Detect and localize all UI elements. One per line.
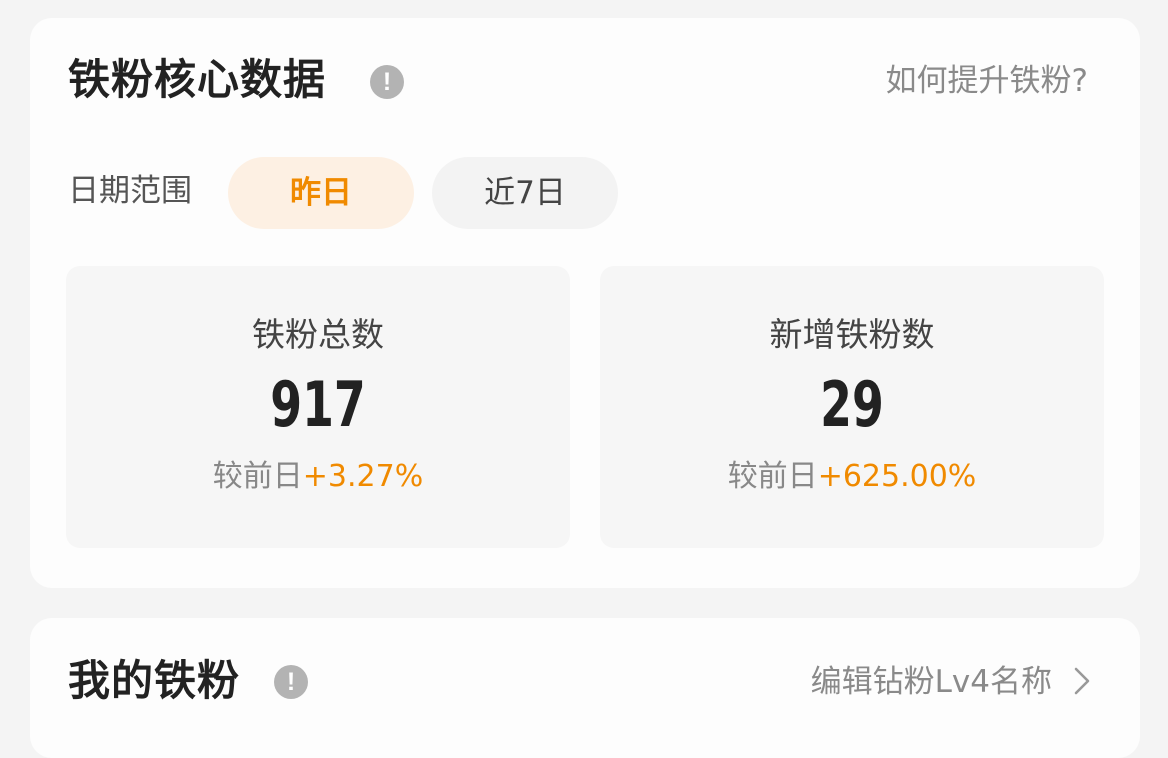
how-to-increase-link[interactable]: 如何提升铁粉?	[886, 66, 1088, 97]
stat-value: 917	[270, 368, 366, 441]
stat-value: 29	[820, 368, 884, 441]
stat-label: 新增铁粉数	[769, 315, 935, 354]
my-fans-title: 我的铁粉	[68, 656, 241, 705]
compare-value: +3.27%	[302, 459, 424, 494]
compare-value: +625.00%	[817, 459, 977, 494]
stat-compare: 较前日+625.00%	[600, 462, 1104, 492]
core-data-title: 铁粉核心数据	[68, 55, 327, 104]
my-fans-card: 我的铁粉 ! 编辑钻粉Lv4名称	[30, 618, 1140, 758]
date-range-label: 日期范围	[68, 173, 192, 209]
stat-total-fans: 铁粉总数 917 较前日+3.27%	[66, 266, 570, 548]
edit-level-name-link[interactable]: 编辑钻粉Lv4名称	[811, 667, 1052, 698]
stat-new-fans: 新增铁粉数 29 较前日+625.00%	[600, 266, 1104, 548]
core-data-card: 铁粉核心数据 ! 如何提升铁粉? 日期范围 昨日 近7日 铁粉总数 917 较前…	[30, 18, 1140, 588]
tab-last-7-days[interactable]: 近7日	[432, 157, 618, 229]
info-icon[interactable]: !	[370, 65, 404, 99]
stat-compare: 较前日+3.27%	[66, 462, 570, 492]
stat-label: 铁粉总数	[252, 315, 384, 354]
tab-yesterday[interactable]: 昨日	[228, 157, 414, 229]
compare-label: 较前日	[727, 459, 818, 494]
compare-label: 较前日	[212, 459, 303, 494]
info-icon[interactable]: !	[274, 665, 308, 699]
chevron-right-icon[interactable]	[1068, 663, 1096, 699]
